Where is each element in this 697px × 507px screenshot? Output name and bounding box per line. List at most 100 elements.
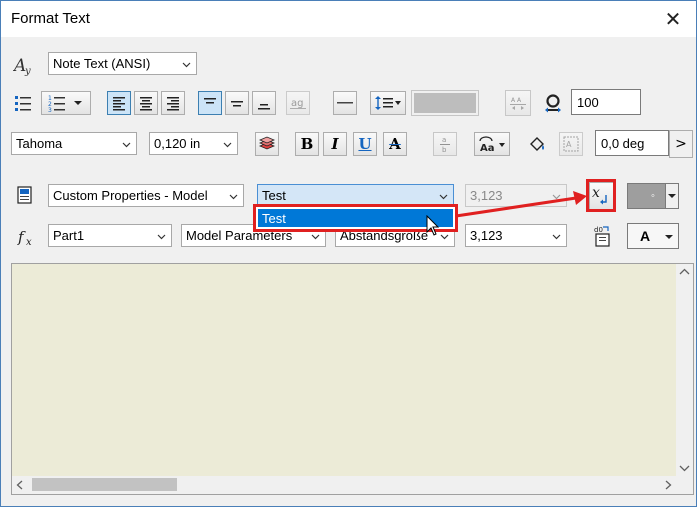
property-value: Test — [262, 188, 286, 203]
bold-label: B — [300, 135, 314, 153]
svg-text:ag: ag — [291, 98, 303, 109]
horizontal-line-icon — [337, 102, 353, 104]
layers-icon — [258, 136, 276, 150]
insert-parameter-icon: d0 — [594, 226, 610, 247]
horizontal-scrollbar[interactable] — [12, 476, 676, 494]
text-frame-icon: A — [563, 136, 579, 152]
window-title: Format Text — [11, 10, 90, 27]
line-spacing-button[interactable] — [370, 91, 406, 115]
chevron-down-icon — [439, 194, 448, 200]
symbol-dropdown-button[interactable] — [665, 183, 679, 209]
parameter-precision-combo[interactable]: 3,123 — [465, 224, 567, 247]
italic-button[interactable]: I — [323, 132, 347, 156]
svg-text:Aa: Aa — [480, 143, 495, 152]
text-style-combo[interactable]: Note Text (ANSI) — [48, 52, 197, 75]
bold-button[interactable]: B — [295, 132, 319, 156]
svg-text:a: a — [442, 136, 446, 144]
stack-text-icon: A A — [510, 97, 526, 110]
text-style-value: Note Text (ANSI) — [53, 56, 151, 71]
numbered-list-icon: 1 2 3 — [48, 95, 65, 112]
align-left-icon — [113, 97, 125, 111]
chevron-down-icon — [182, 62, 191, 68]
case-button[interactable]: Aa — [474, 132, 510, 156]
scale-value: 100 — [577, 95, 599, 110]
chevron-down-icon — [223, 142, 232, 148]
function-icon: f x — [17, 227, 39, 247]
scale-input[interactable]: 100 — [571, 89, 641, 115]
text-fit-icon: ag — [290, 98, 306, 109]
chevron-down-icon — [122, 142, 131, 148]
chevron-right-icon: > — [675, 136, 687, 152]
component-combo[interactable]: Part1 — [48, 224, 172, 247]
valign-top-button[interactable] — [198, 91, 222, 115]
fraction-button[interactable]: a b — [433, 132, 457, 156]
svg-text:f: f — [17, 228, 26, 246]
annotation-highlight-box — [586, 179, 616, 212]
align-center-icon — [140, 97, 152, 111]
more-button[interactable]: > — [669, 130, 693, 158]
text-editor-area[interactable] — [11, 263, 694, 495]
font-combo[interactable]: Tahoma — [11, 132, 137, 155]
rotation-value: 0,0 deg — [601, 136, 645, 151]
underline-button[interactable]: U — [353, 132, 377, 156]
svg-text:x: x — [26, 237, 32, 247]
text-fit-button[interactable]: ag — [286, 91, 310, 115]
rotation-input[interactable]: 0,0 deg — [595, 130, 669, 156]
scale-icon — [543, 94, 563, 114]
component-value: Part1 — [53, 228, 85, 243]
align-right-button[interactable] — [161, 91, 185, 115]
title-bar: Format Text ✕ — [1, 1, 696, 37]
scroll-corner — [676, 476, 693, 494]
property-source-value: Custom Properties - Model — [53, 188, 208, 203]
strikethrough-label: A — [389, 135, 401, 153]
annotation-arrow — [455, 191, 587, 218]
property-source-combo[interactable]: Custom Properties - Model — [48, 184, 244, 207]
font-size-combo[interactable]: 0,120 in — [149, 132, 238, 155]
valign-middle-button[interactable] — [225, 91, 249, 115]
scroll-right-icon[interactable] — [660, 476, 676, 494]
valign-bottom-button[interactable] — [252, 91, 276, 115]
text-frame-button[interactable]: A — [559, 132, 583, 156]
text-case-dropdown[interactable]: A — [627, 223, 679, 249]
align-left-button[interactable] — [107, 91, 131, 115]
mouse-cursor-icon — [426, 215, 440, 236]
chevron-down-icon — [440, 234, 449, 240]
underline-label: U — [358, 135, 372, 153]
text-style-icon: A y — [13, 54, 35, 76]
numbered-list-button[interactable]: 1 2 3 — [41, 91, 91, 115]
svg-text:d0: d0 — [594, 226, 603, 234]
layer-button[interactable] — [255, 132, 279, 156]
vertical-scrollbar[interactable] — [676, 264, 693, 476]
fraction-icon: a b — [440, 136, 450, 153]
text-color-swatch[interactable] — [411, 90, 479, 116]
font-size-value: 0,120 in — [154, 136, 201, 151]
svg-text:3: 3 — [48, 107, 52, 112]
valign-middle-icon — [231, 101, 243, 107]
scroll-down-icon[interactable] — [676, 460, 693, 476]
fill-button[interactable] — [525, 132, 549, 156]
chevron-down-icon — [157, 234, 166, 240]
align-right-icon — [167, 97, 179, 111]
caret-down-icon — [74, 101, 82, 105]
align-center-button[interactable] — [134, 91, 158, 115]
valign-top-icon — [204, 98, 216, 104]
font-value: Tahoma — [16, 136, 63, 151]
scroll-up-icon[interactable] — [676, 264, 693, 280]
horizontal-scroll-thumb[interactable] — [32, 478, 177, 491]
parameter-precision-value: 3,123 — [470, 228, 503, 243]
insert-parameter-button[interactable]: d0 — [589, 222, 615, 250]
strikethrough-button[interactable]: A — [383, 132, 407, 156]
line-spacing-single-button[interactable] — [333, 91, 357, 115]
dropdown-item-test[interactable]: Test — [258, 209, 453, 227]
chevron-down-icon — [229, 194, 238, 200]
svg-text:A: A — [566, 140, 572, 149]
stack-text-button[interactable]: A A — [505, 90, 531, 116]
caret-down-icon — [665, 235, 673, 239]
italic-label: I — [331, 135, 339, 153]
degree-icon: ◦ — [651, 190, 655, 202]
close-button[interactable]: ✕ — [650, 1, 696, 37]
bullet-list-button[interactable] — [11, 91, 35, 115]
svg-text:b: b — [442, 146, 447, 153]
scroll-left-icon[interactable] — [12, 476, 28, 494]
chevron-down-icon — [311, 234, 320, 240]
